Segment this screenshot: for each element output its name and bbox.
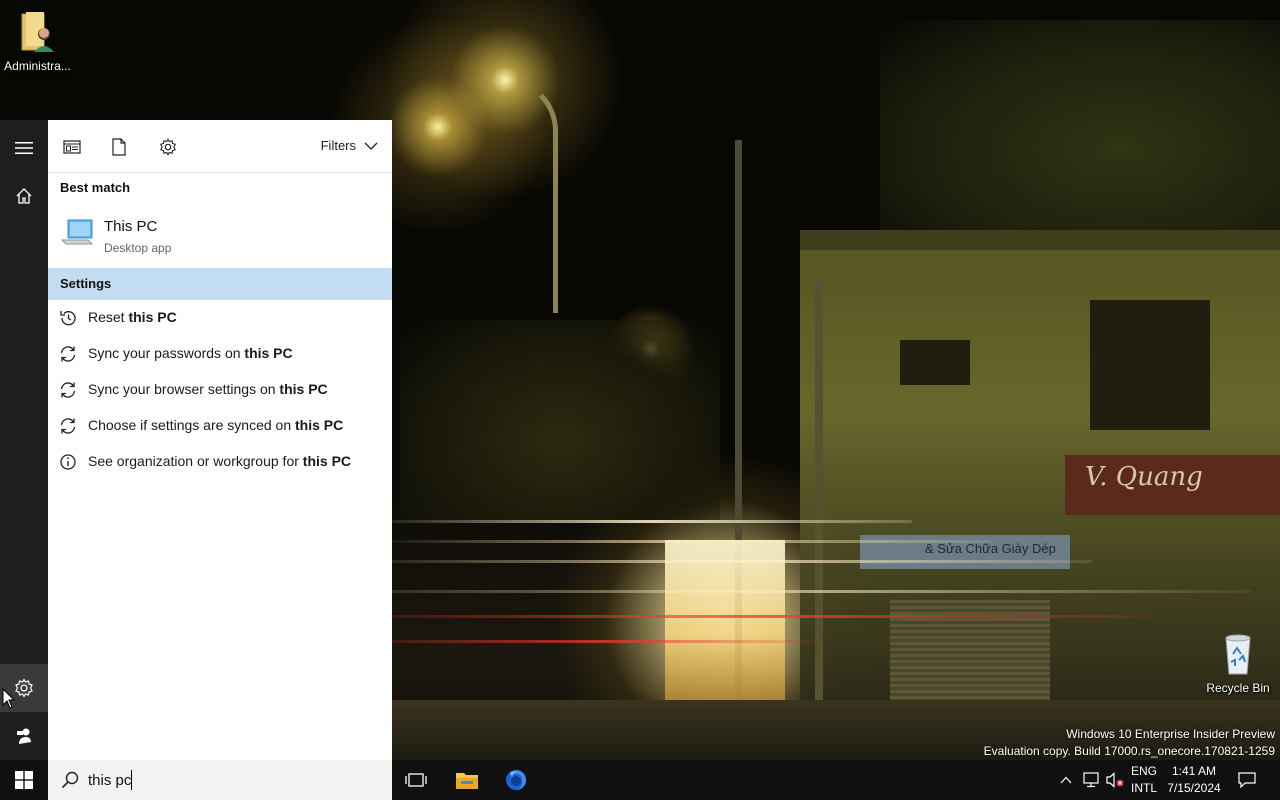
- clock-time: 1:41 AM: [1171, 764, 1217, 778]
- apps-filter-icon: [63, 140, 81, 154]
- wallpaper-light-streak: [392, 590, 1252, 593]
- text-caret: [131, 770, 132, 790]
- feedback-button[interactable]: [0, 712, 48, 760]
- chevron-down-icon: [364, 142, 378, 150]
- notifications-icon: [1238, 772, 1256, 788]
- sync-icon: [60, 346, 76, 362]
- volume-button[interactable]: [1104, 760, 1126, 800]
- search-icon: [61, 771, 79, 789]
- network-wired-icon: [1083, 772, 1099, 788]
- keyboard-layout: INTL: [1130, 781, 1157, 795]
- show-hidden-icons-button[interactable]: [1056, 760, 1076, 800]
- best-match-heading: Best match: [60, 180, 131, 195]
- wallpaper-lamp-arm: [505, 78, 558, 313]
- start-button[interactable]: [0, 760, 48, 800]
- home-button[interactable]: [0, 172, 48, 220]
- apps-filter-button[interactable]: [61, 136, 83, 158]
- network-status-button[interactable]: [1080, 760, 1102, 800]
- home-icon: [16, 188, 32, 204]
- start-menu-rail: [0, 120, 48, 760]
- taskbar-clock[interactable]: 1:41 AM 7/15/2024: [1162, 760, 1226, 800]
- desktop-icon-administrator[interactable]: Administra...: [0, 10, 75, 73]
- settings-result-reset-this-pc[interactable]: Reset this PC: [48, 300, 392, 336]
- wallpaper-light-streak: [392, 520, 912, 523]
- desktop-icon-label: Administra...: [4, 59, 71, 73]
- settings-result-organization-workgroup[interactable]: See organization or workgroup for this P…: [48, 444, 392, 480]
- wallpaper-shop-banner-text: V. Quang: [1085, 462, 1203, 492]
- taskbar-search-box[interactable]: [48, 760, 392, 800]
- input-language-indicator[interactable]: ENG INTL: [1124, 760, 1164, 800]
- wallpaper-shop-sign-text: & Sửa Chữa Giày Dép: [925, 541, 1056, 556]
- documents-filter-icon: [112, 138, 126, 156]
- sync-icon: [60, 418, 76, 434]
- wallpaper-window: [900, 340, 970, 385]
- info-icon: [60, 454, 76, 470]
- result-label: See organization or workgroup for this P…: [88, 453, 352, 469]
- best-match-subtitle: Desktop app: [104, 241, 172, 255]
- settings-filter-button[interactable]: [157, 136, 179, 158]
- hamburger-menu-icon: [15, 142, 33, 154]
- task-view-button[interactable]: [392, 760, 440, 800]
- wallpaper-tree: [400, 320, 720, 520]
- wallpaper-pole: [815, 280, 823, 700]
- wallpaper-light-streak: [392, 615, 1152, 618]
- language-code: ENG: [1130, 764, 1157, 778]
- file-explorer-icon: [456, 773, 478, 789]
- windows-watermark: Windows 10 Enterprise Insider Preview Ev…: [984, 726, 1275, 760]
- result-label: Sync your passwords on this PC: [88, 345, 293, 361]
- settings-heading: Settings: [48, 268, 392, 300]
- wallpaper-window: [1090, 300, 1210, 430]
- history-icon: [60, 311, 76, 326]
- firefox-button[interactable]: [492, 760, 540, 800]
- expand-menu-button[interactable]: [0, 124, 48, 172]
- best-match-this-pc[interactable]: This PC Desktop app: [48, 208, 392, 264]
- sync-icon: [60, 382, 76, 398]
- wallpaper-light-streak: [392, 640, 812, 643]
- task-view-icon: [405, 773, 427, 787]
- search-filter-toolbar: Filters: [48, 120, 392, 173]
- this-pc-icon: [60, 219, 94, 245]
- volume-muted-icon: [1106, 772, 1124, 788]
- watermark-edition: Windows 10 Enterprise Insider Preview: [1066, 727, 1275, 741]
- filters-dropdown[interactable]: Filters: [321, 138, 378, 153]
- wallpaper-light-streak: [392, 560, 1092, 563]
- documents-filter-button[interactable]: [108, 136, 130, 158]
- recycle-bin-icon: [1225, 634, 1251, 675]
- search-results-panel: Filters Best match This PC Desktop app S…: [48, 120, 392, 760]
- settings-filter-icon: [160, 138, 176, 156]
- feedback-icon: [17, 728, 31, 744]
- result-label: Choose if settings are synced on this PC: [88, 417, 344, 433]
- settings-result-choose-sync[interactable]: Choose if settings are synced on this PC: [48, 408, 392, 444]
- filters-label: Filters: [320, 138, 356, 153]
- file-explorer-button[interactable]: [443, 760, 491, 800]
- taskbar: ENG INTL 1:41 AM 7/15/2024: [0, 760, 1280, 800]
- best-match-title: This PC: [104, 218, 158, 235]
- wallpaper-lit-kiosk: [665, 540, 785, 700]
- action-center-button[interactable]: [1232, 760, 1262, 800]
- desktop-icon-label: Recycle Bin: [1206, 681, 1270, 695]
- desktop-icon-recycle-bin[interactable]: Recycle Bin: [1200, 632, 1276, 695]
- mouse-cursor-icon: [2, 688, 16, 709]
- clock-date: 7/15/2024: [1167, 781, 1221, 795]
- result-label: Reset this PC: [88, 309, 177, 325]
- windows-logo-icon: [15, 771, 33, 789]
- settings-result-sync-browser[interactable]: Sync your browser settings on this PC: [48, 372, 392, 408]
- settings-result-sync-passwords[interactable]: Sync your passwords on this PC: [48, 336, 392, 372]
- gear-icon: [15, 678, 33, 698]
- firefox-icon: [506, 770, 526, 790]
- user-folder-icon: [21, 12, 54, 52]
- wallpaper-light-streak: [392, 540, 992, 543]
- watermark-build: Evaluation copy. Build 17000.rs_onecore.…: [983, 744, 1275, 758]
- result-label: Sync your browser settings on this PC: [88, 381, 328, 397]
- chevron-up-icon: [1060, 776, 1072, 784]
